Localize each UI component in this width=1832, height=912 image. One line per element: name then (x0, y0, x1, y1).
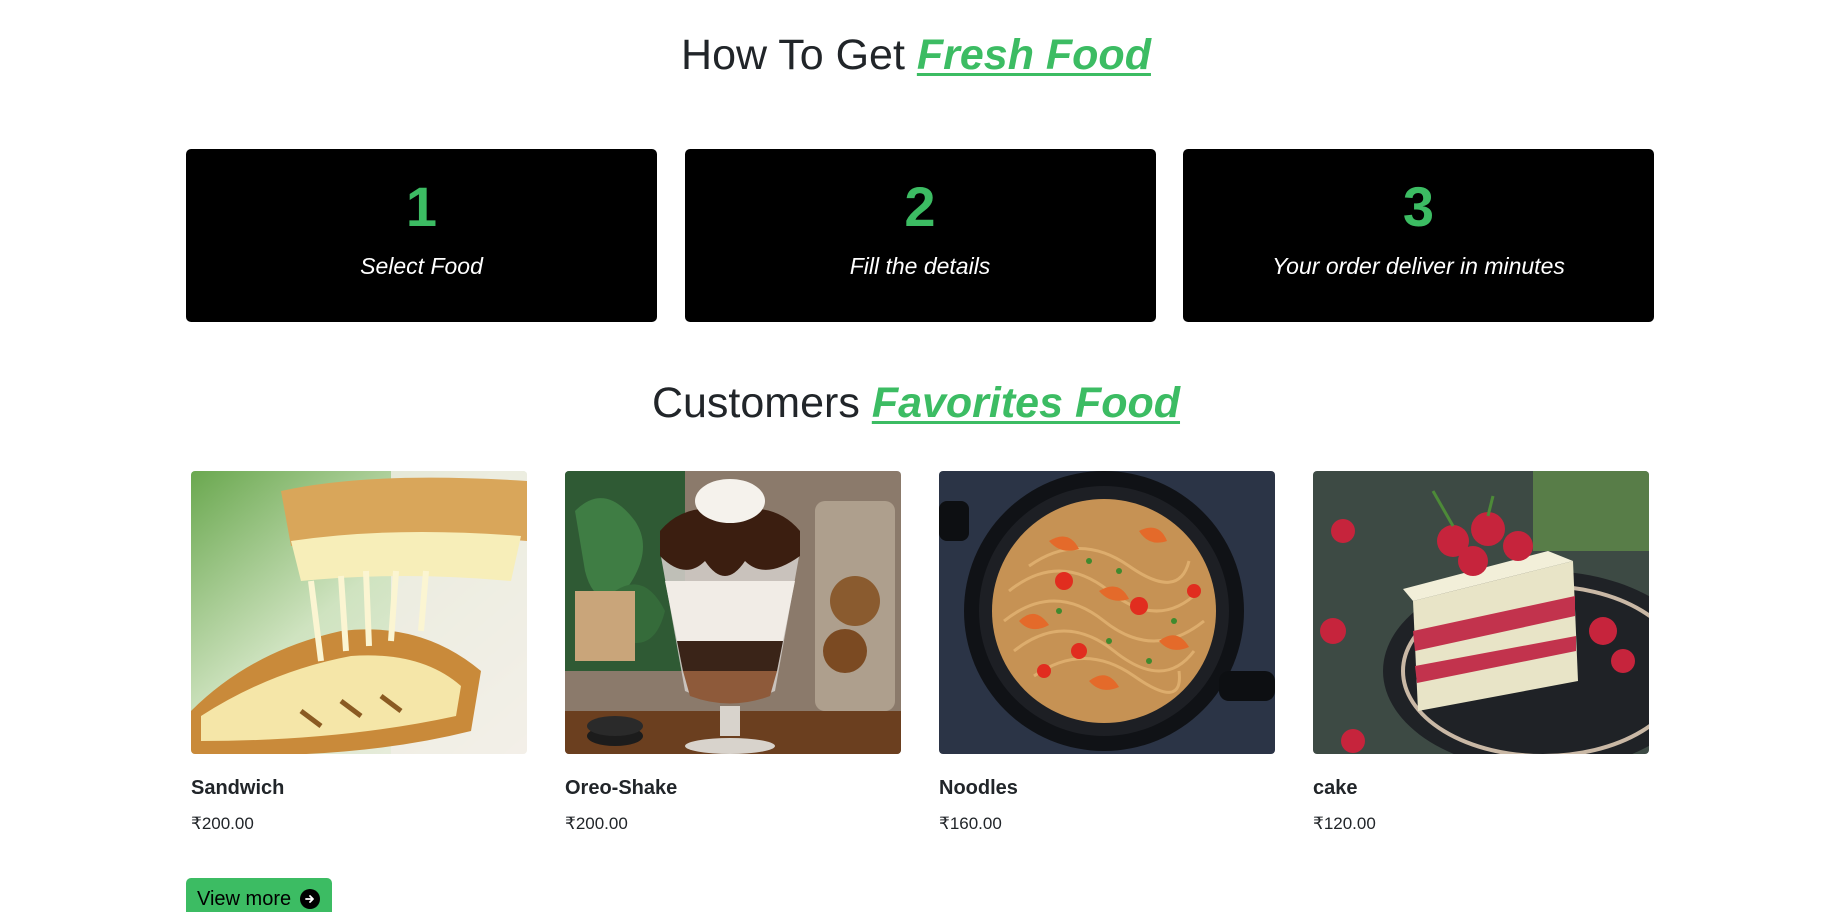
step-label: Select Food (360, 253, 483, 279)
product-card[interactable]: Sandwich ₹200.00 (191, 471, 527, 834)
product-name: Oreo-Shake (565, 777, 678, 799)
title-accent: Fresh Food (916, 31, 1151, 79)
steps-row: 1 Select Food 2 Fill the details 3 Your … (186, 149, 1654, 322)
product-card[interactable]: cake ₹120.00 (1313, 471, 1649, 834)
step-label: Your order deliver in minutes (1272, 253, 1565, 279)
product-card[interactable]: Oreo-Shake ₹200.00 (565, 471, 901, 834)
title-prefix: Customers (651, 379, 860, 427)
product-name: Noodles (939, 777, 1018, 799)
noodles-image[interactable] (939, 471, 1275, 754)
step-card-3: 3 Your order deliver in minutes (1183, 149, 1654, 322)
product-name: Sandwich (191, 777, 285, 799)
product-name: cake (1313, 777, 1358, 799)
favorites-title: Customers Favorites Food (0, 378, 1832, 430)
product-card[interactable]: Noodles ₹160.00 (939, 471, 1275, 834)
step-card-2: 2 Fill the details (684, 149, 1156, 322)
oreo-shake-image[interactable] (565, 471, 901, 754)
arrow-right-circle-icon (300, 889, 321, 909)
title-prefix: How To Get (681, 31, 905, 79)
title-accent: Favorites Food (871, 379, 1181, 427)
product-price: ₹160.00 (939, 814, 1002, 833)
product-list: Sandwich ₹200.00 Oreo-Shake ₹200.00 Nood… (191, 471, 1649, 834)
step-card-1: 1 Select Food (186, 149, 657, 322)
view-more-label: View more (197, 888, 292, 910)
product-price: ₹200.00 (565, 814, 628, 833)
step-label: Fill the details (849, 253, 991, 279)
step-number: 1 (405, 175, 438, 238)
step-number: 3 (1402, 175, 1435, 238)
product-price: ₹200.00 (191, 814, 254, 833)
page: How To Get Fresh Food 1 Select Food 2 Fi… (0, 0, 1832, 912)
step-number: 2 (904, 175, 936, 238)
how-to-get-title: How To Get Fresh Food (0, 30, 1832, 82)
cake-image[interactable] (1313, 471, 1649, 754)
product-price: ₹120.00 (1313, 814, 1376, 833)
sandwich-image[interactable] (191, 471, 527, 754)
view-more-button[interactable]: View more (186, 878, 333, 912)
